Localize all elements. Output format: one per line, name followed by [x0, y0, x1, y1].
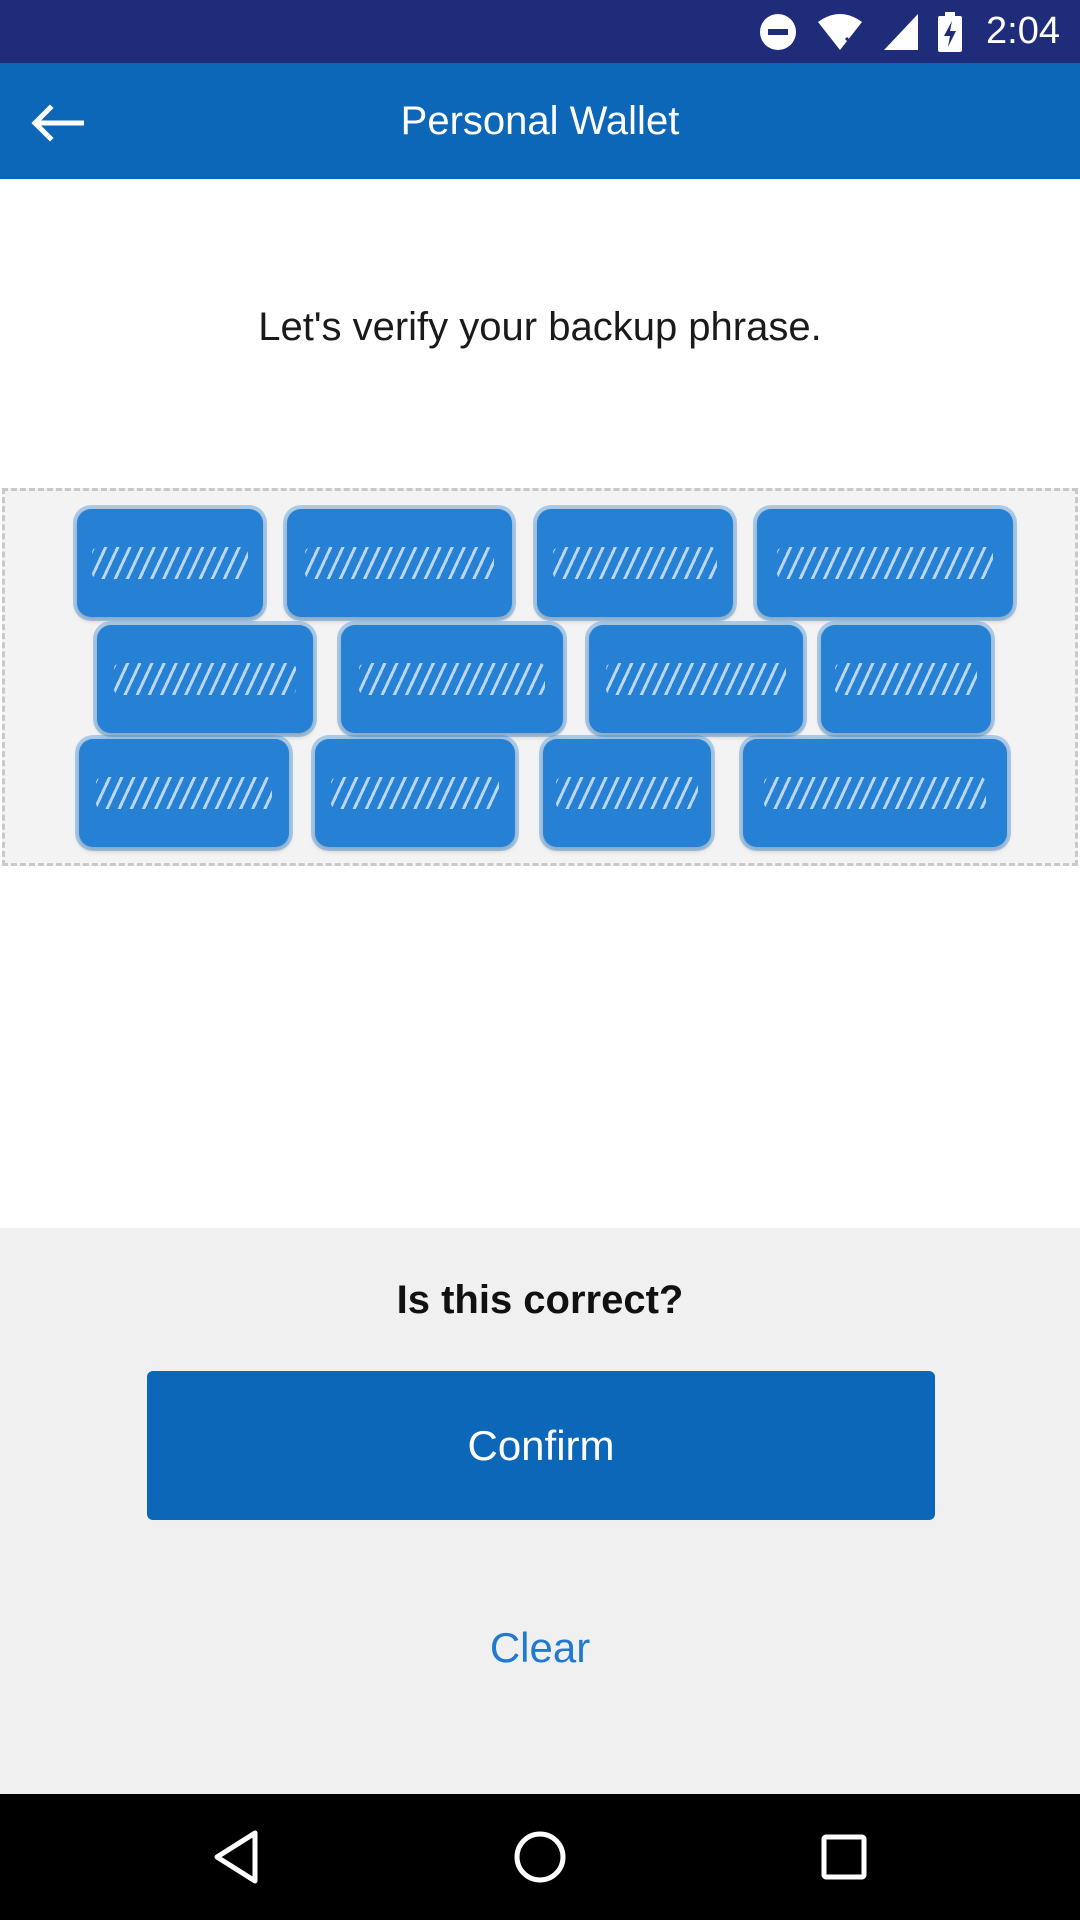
status-bar: 2:04 — [0, 0, 1080, 63]
nav-back-icon — [214, 1830, 258, 1884]
status-time: 2:04 — [986, 10, 1060, 52]
back-arrow-icon — [31, 104, 84, 142]
phrase-word-chip[interactable] — [315, 739, 515, 847]
nav-back-button[interactable] — [196, 1817, 276, 1897]
phrase-word-chip[interactable] — [757, 509, 1013, 617]
phrase-word-chip[interactable] — [79, 739, 289, 847]
confirm-button[interactable]: Confirm — [147, 1371, 935, 1520]
phrase-word-chip[interactable] — [537, 509, 733, 617]
phrase-word-chip[interactable] — [97, 625, 313, 733]
navigation-bar — [0, 1794, 1080, 1920]
nav-home-button[interactable] — [500, 1817, 580, 1897]
battery-charging-icon — [938, 11, 963, 52]
back-button[interactable] — [20, 87, 92, 159]
phrase-word-chip[interactable] — [287, 509, 512, 617]
instruction-text: Let's verify your backup phrase. — [258, 305, 822, 349]
confirmation-panel: Is this correct? Confirm Clear — [0, 1228, 1080, 1794]
page-title: Personal Wallet — [400, 99, 680, 143]
phrase-word-chip[interactable] — [77, 509, 263, 617]
nav-recents-button[interactable] — [804, 1817, 884, 1897]
phrase-word-chip[interactable] — [743, 739, 1007, 847]
word-row — [5, 509, 1075, 617]
confirm-question: Is this correct? — [396, 1278, 684, 1322]
phrase-word-chip[interactable] — [821, 625, 991, 733]
status-icons: 2:04 — [758, 0, 1060, 63]
phrase-word-chip[interactable] — [543, 739, 711, 847]
nav-home-icon — [514, 1831, 566, 1883]
do-not-disturb-icon — [760, 13, 797, 50]
word-row — [5, 739, 1075, 847]
wifi-icon — [818, 13, 863, 50]
phrase-word-chip[interactable] — [589, 625, 803, 733]
word-row — [5, 625, 1075, 733]
app-bar: Personal Wallet — [0, 63, 1080, 179]
backup-phrase-area — [2, 488, 1078, 866]
phrase-word-chip[interactable] — [341, 625, 563, 733]
nav-recents-icon — [821, 1834, 867, 1880]
clear-button[interactable]: Clear — [390, 1598, 690, 1698]
signal-icon — [884, 13, 919, 50]
